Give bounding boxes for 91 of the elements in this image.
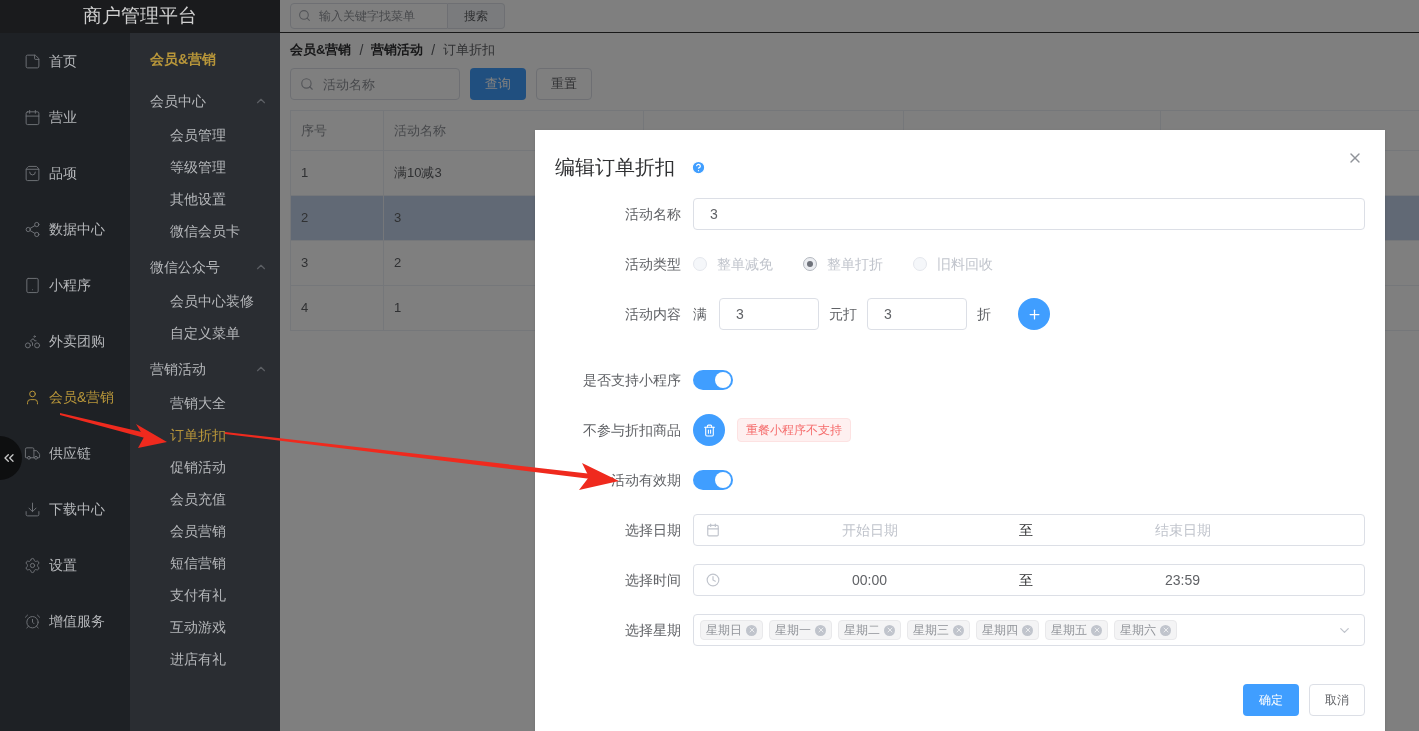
clock-icon: [706, 573, 720, 587]
nav-item[interactable]: 供应链: [24, 425, 91, 481]
calendar-icon: [706, 523, 720, 537]
tag-remove-icon[interactable]: [1160, 624, 1171, 636]
warning-tag: 重餐小程序不支持: [737, 418, 851, 442]
search-icon: [300, 77, 314, 91]
submenu-item[interactable]: 微信会员卡: [130, 215, 280, 247]
weekday-tag: 星期六: [1114, 620, 1177, 640]
form-label: 选择星期: [625, 621, 681, 640]
user-icon: [24, 388, 41, 406]
bicycle-icon: [24, 332, 41, 350]
submenu-item[interactable]: 会员营销: [130, 515, 280, 547]
submenu-item[interactable]: 等级管理: [130, 151, 280, 183]
weekday-tag: 星期四: [976, 620, 1039, 640]
date-range-field[interactable]: 开始日期 至 结束日期: [693, 514, 1365, 546]
activity-name-input[interactable]: 3: [693, 198, 1365, 230]
form-label: 不参与折扣商品: [583, 421, 681, 440]
submenu-item[interactable]: 促销活动: [130, 451, 280, 483]
breadcrumb-item: 订单折扣: [443, 41, 496, 60]
submenu-item[interactable]: 短信营销: [130, 547, 280, 579]
cancel-button[interactable]: 取消: [1309, 684, 1365, 716]
submenu-item[interactable]: 会员管理: [130, 119, 280, 151]
form-label: 是否支持小程序: [583, 371, 681, 390]
bag-icon: [24, 164, 41, 182]
weekday-tag: 星期五: [1045, 620, 1108, 640]
help-icon[interactable]: [691, 159, 706, 175]
submenu-item[interactable]: 会员中心装修: [130, 285, 280, 317]
table-cell: 4: [291, 286, 384, 330]
tag-remove-icon[interactable]: [884, 624, 895, 636]
submenu-item[interactable]: 进店有礼: [130, 643, 280, 675]
tag-remove-icon[interactable]: [1022, 624, 1033, 636]
discount-input[interactable]: 3: [867, 298, 967, 330]
truck-icon: [24, 444, 41, 462]
submenu-item[interactable]: 自定义菜单: [130, 317, 280, 349]
nav-item[interactable]: 增值服务: [24, 593, 105, 649]
table-cell: 1: [291, 151, 384, 195]
content-middle: 元打: [829, 305, 857, 324]
settings-icon: [24, 556, 41, 574]
submenu-title: 会员&营销: [150, 50, 217, 69]
content-suffix: 折: [977, 305, 991, 324]
nav-item[interactable]: 下载中心: [24, 481, 105, 537]
table-cell: 3: [291, 241, 384, 285]
submenu-item[interactable]: 会员充值: [130, 483, 280, 515]
menu-group-header[interactable]: 会员中心: [130, 83, 280, 119]
nav-item[interactable]: 首页: [24, 33, 77, 89]
breadcrumb-separator: /: [359, 41, 364, 60]
menu-group-header[interactable]: 微信公众号: [130, 249, 280, 285]
menu-group-header[interactable]: 营销活动: [130, 351, 280, 387]
nav-item[interactable]: 小程序: [24, 257, 91, 313]
add-button[interactable]: [1018, 298, 1050, 330]
tablet-icon: [24, 276, 41, 294]
tag-remove-icon[interactable]: [746, 624, 757, 636]
weekday-tag: 星期一: [769, 620, 832, 640]
time-range-field[interactable]: 00:00 至 23:59: [693, 564, 1365, 596]
breadcrumb-item[interactable]: 会员&营销: [290, 40, 352, 60]
content-prefix: 满: [693, 305, 707, 324]
nav-item[interactable]: 外卖团购: [24, 313, 105, 369]
note-icon: [24, 52, 41, 70]
table-cell: 2: [291, 196, 384, 240]
plus-icon: [1026, 306, 1042, 322]
nav-item[interactable]: 营业: [24, 89, 77, 145]
form-label: 选择日期: [625, 521, 681, 540]
amount-input[interactable]: 3: [719, 298, 819, 330]
delete-button[interactable]: [693, 414, 725, 446]
toggle-switch[interactable]: [693, 370, 733, 390]
nav-item[interactable]: 会员&营销: [24, 369, 115, 425]
calendar-icon: [24, 108, 41, 126]
toggle-switch[interactable]: [693, 470, 733, 490]
submenu-item[interactable]: 其他设置: [130, 183, 280, 215]
weekday-tag: 星期二: [838, 620, 901, 640]
breadcrumb-item[interactable]: 营销活动: [371, 40, 424, 60]
search-icon: [298, 9, 311, 22]
submenu-item[interactable]: 订单折扣: [130, 419, 280, 451]
weekday-tag: 星期三: [907, 620, 970, 640]
download-icon: [24, 500, 41, 518]
form-label: 选择时间: [625, 571, 681, 590]
tag-remove-icon[interactable]: [1091, 624, 1102, 636]
share-icon: [24, 220, 41, 238]
submenu-item[interactable]: 营销大全: [130, 387, 280, 419]
submenu-item[interactable]: 互动游戏: [130, 611, 280, 643]
nav-item[interactable]: 设置: [24, 537, 77, 593]
nav-item[interactable]: 数据中心: [24, 201, 105, 257]
weekday-tag: 星期日: [700, 620, 763, 640]
tag-remove-icon[interactable]: [953, 624, 964, 636]
nav-item[interactable]: 品项: [24, 145, 77, 201]
submenu-item[interactable]: 支付有礼: [130, 579, 280, 611]
breadcrumb-separator: /: [431, 41, 436, 60]
alarm-clock-icon: [24, 612, 41, 630]
tag-remove-icon[interactable]: [815, 624, 826, 636]
trash-icon: [702, 423, 716, 437]
app-title: 商户管理平台: [83, 4, 197, 29]
